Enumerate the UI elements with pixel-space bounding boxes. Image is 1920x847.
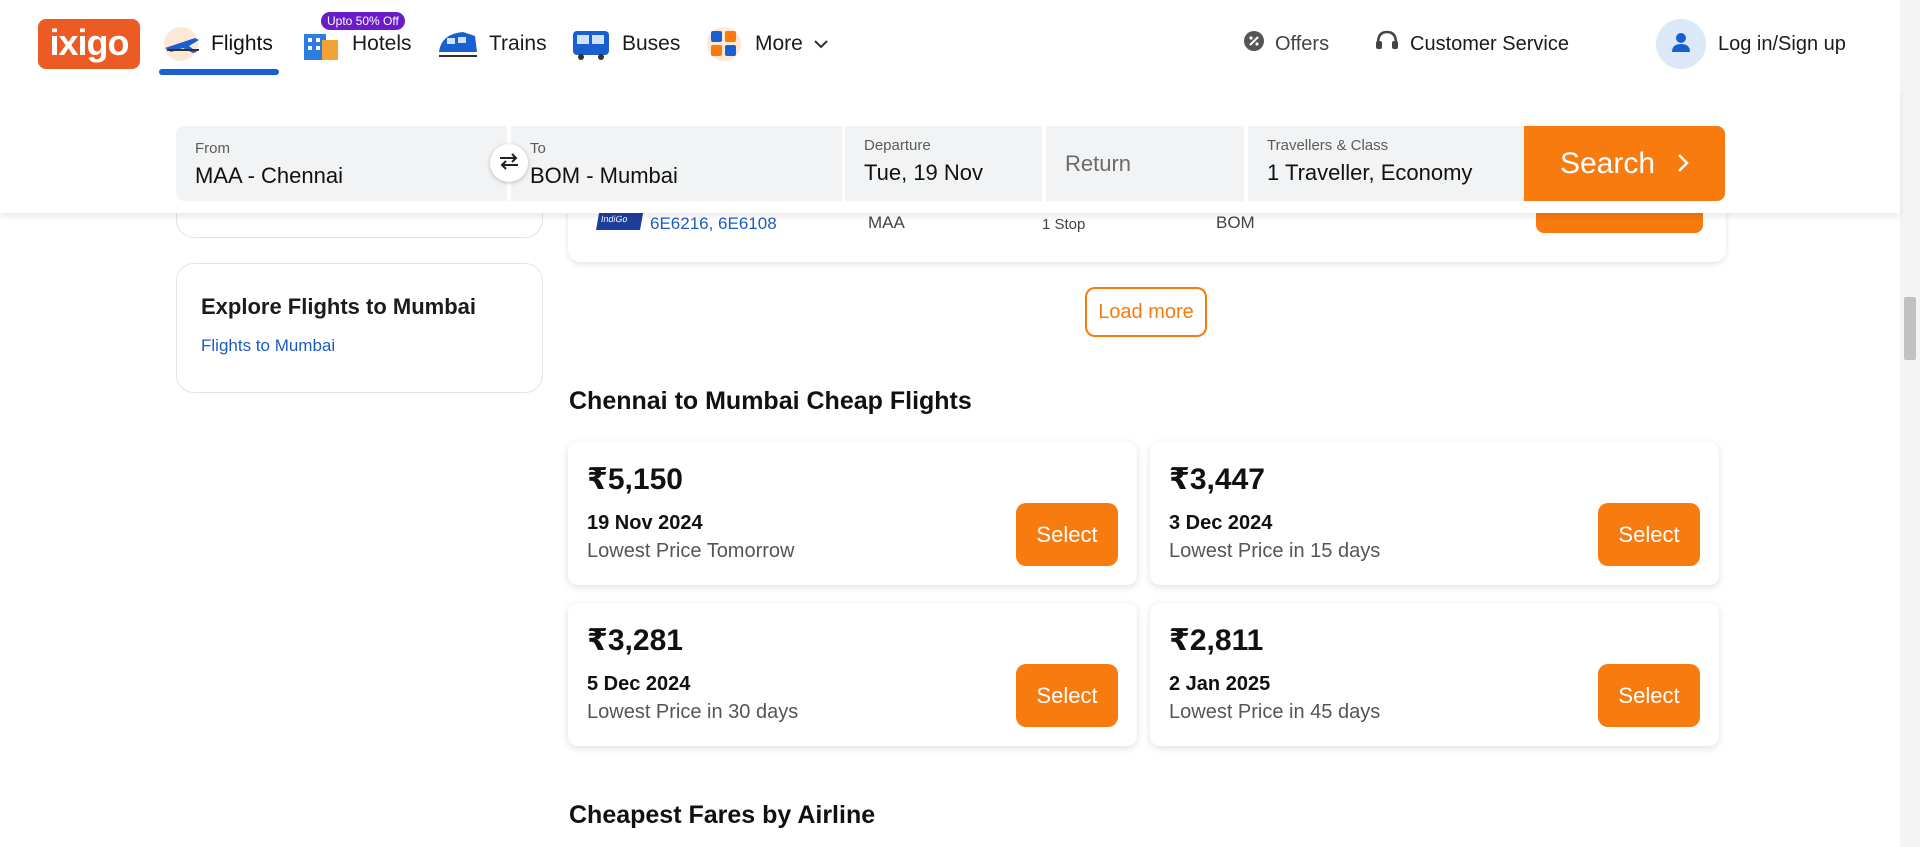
offer-tag-icon [1243,30,1265,58]
fare-date: 19 Nov 2024 [587,512,703,534]
user-icon [1670,31,1692,58]
explore-title: Explore Flights to Mumbai [201,294,477,319]
customer-service-label: Customer Service [1410,32,1569,55]
fare-note: Lowest Price in 45 days [1169,701,1381,723]
select-button[interactable]: Select [1016,503,1118,566]
load-more-button[interactable]: Load more [1085,287,1207,337]
airline-fares-title: Cheapest Fares by Airline [569,801,876,829]
departure-value: Tue, 19 Nov [864,160,984,185]
fare-price: ₹3,447 [1169,463,1265,496]
fare-card: ₹2,811 2 Jan 2025 Lowest Price in 45 day… [1150,603,1719,746]
offers-link[interactable]: Offers [1243,22,1329,66]
nav-trains-label: Trains [489,32,547,55]
from-value: MAA - Chennai [195,163,343,188]
user-avatar[interactable] [1656,19,1706,69]
grid-icon [703,26,745,62]
cheap-flights-title: Chennai to Mumbai Cheap Flights [569,387,972,415]
return-placeholder: Return [1065,151,1132,176]
search-bar: From MAA - Chennai To BOM - Mumbai Depar… [0,88,1900,213]
swap-cities-button[interactable] [490,144,528,182]
nav-trains[interactable]: Trains [437,22,547,66]
stops-count: 1 Stop [1042,216,1086,233]
hotel-icon [300,26,342,62]
fare-card: ₹5,150 19 Nov 2024 Lowest Price Tomorrow… [568,442,1137,585]
to-label: To [530,140,546,157]
top-navigation: ixigo Flights Upto 50% Off Hotels Trains… [0,0,1900,88]
flights-to-mumbai-link[interactable]: Flights to Mumbai [201,336,518,356]
fare-note: Lowest Price in 15 days [1169,540,1381,562]
login-label: Log in/Sign up [1718,32,1846,55]
departure-label: Departure [864,137,931,154]
return-field[interactable]: Return [1046,126,1244,201]
bus-icon [570,26,612,62]
select-button[interactable]: Select [1598,664,1700,727]
travellers-value: 1 Traveller, Economy [1267,160,1473,185]
login-signup-link[interactable]: Log in/Sign up [1718,22,1846,66]
nav-flights[interactable]: Flights [159,22,273,66]
fare-note: Lowest Price in 30 days [587,701,799,723]
select-button[interactable]: Select [1598,503,1700,566]
nav-buses-label: Buses [622,32,681,55]
departure-field[interactable]: Departure Tue, 19 Nov [845,126,1042,201]
fare-note: Lowest Price Tomorrow [587,540,795,562]
customer-service-link[interactable]: Customer Service [1374,22,1569,66]
fare-card: ₹3,447 3 Dec 2024 Lowest Price in 15 day… [1150,442,1719,585]
fare-date: 5 Dec 2024 [587,673,691,695]
to-value: BOM - Mumbai [530,163,678,188]
train-icon [437,26,479,62]
destination-code: BOM [1216,213,1255,232]
nav-hotels-label: Hotels [352,32,412,55]
scrollbar-thumb[interactable] [1904,297,1916,360]
nav-buses[interactable]: Buses [570,22,680,66]
nav-flights-label: Flights [211,32,273,55]
nav-hotels[interactable]: Hotels [300,22,412,66]
page-scrollbar[interactable] [1900,0,1920,847]
headset-icon [1374,29,1400,59]
travellers-label: Travellers & Class [1267,137,1389,154]
nav-more[interactable]: More [703,22,829,66]
active-tab-indicator [159,69,279,75]
plane-icon [159,26,201,62]
chevron-right-icon [1677,147,1689,181]
fare-price: ₹3,281 [587,624,683,657]
travellers-class-field[interactable]: Travellers & Class 1 Traveller, Economy [1248,126,1524,201]
fare-price: ₹2,811 [1169,624,1264,657]
nav-more-label: More [755,32,803,55]
swap-icon [498,152,520,175]
search-label: Search [1559,146,1656,180]
select-button[interactable]: Select [1016,664,1118,727]
from-field[interactable]: From MAA - Chennai [176,126,507,201]
explore-flights-card: Explore Flights to Mumbai Flights to Mum… [176,263,543,393]
fare-card: ₹3,281 5 Dec 2024 Lowest Price in 30 day… [568,603,1137,746]
origin-code: MAA [868,213,905,232]
offers-label: Offers [1275,32,1330,55]
to-field[interactable]: To BOM - Mumbai [511,126,842,201]
fare-date: 3 Dec 2024 [1169,512,1273,534]
ixigo-logo[interactable]: ixigo [38,19,140,69]
from-label: From [195,140,230,157]
fare-price: ₹5,150 [587,463,683,496]
chevron-down-icon [813,32,829,56]
search-button[interactable]: Search [1524,126,1725,201]
fare-date: 2 Jan 2025 [1169,673,1271,695]
flight-numbers: 6E6216, 6E6108 [650,214,777,233]
